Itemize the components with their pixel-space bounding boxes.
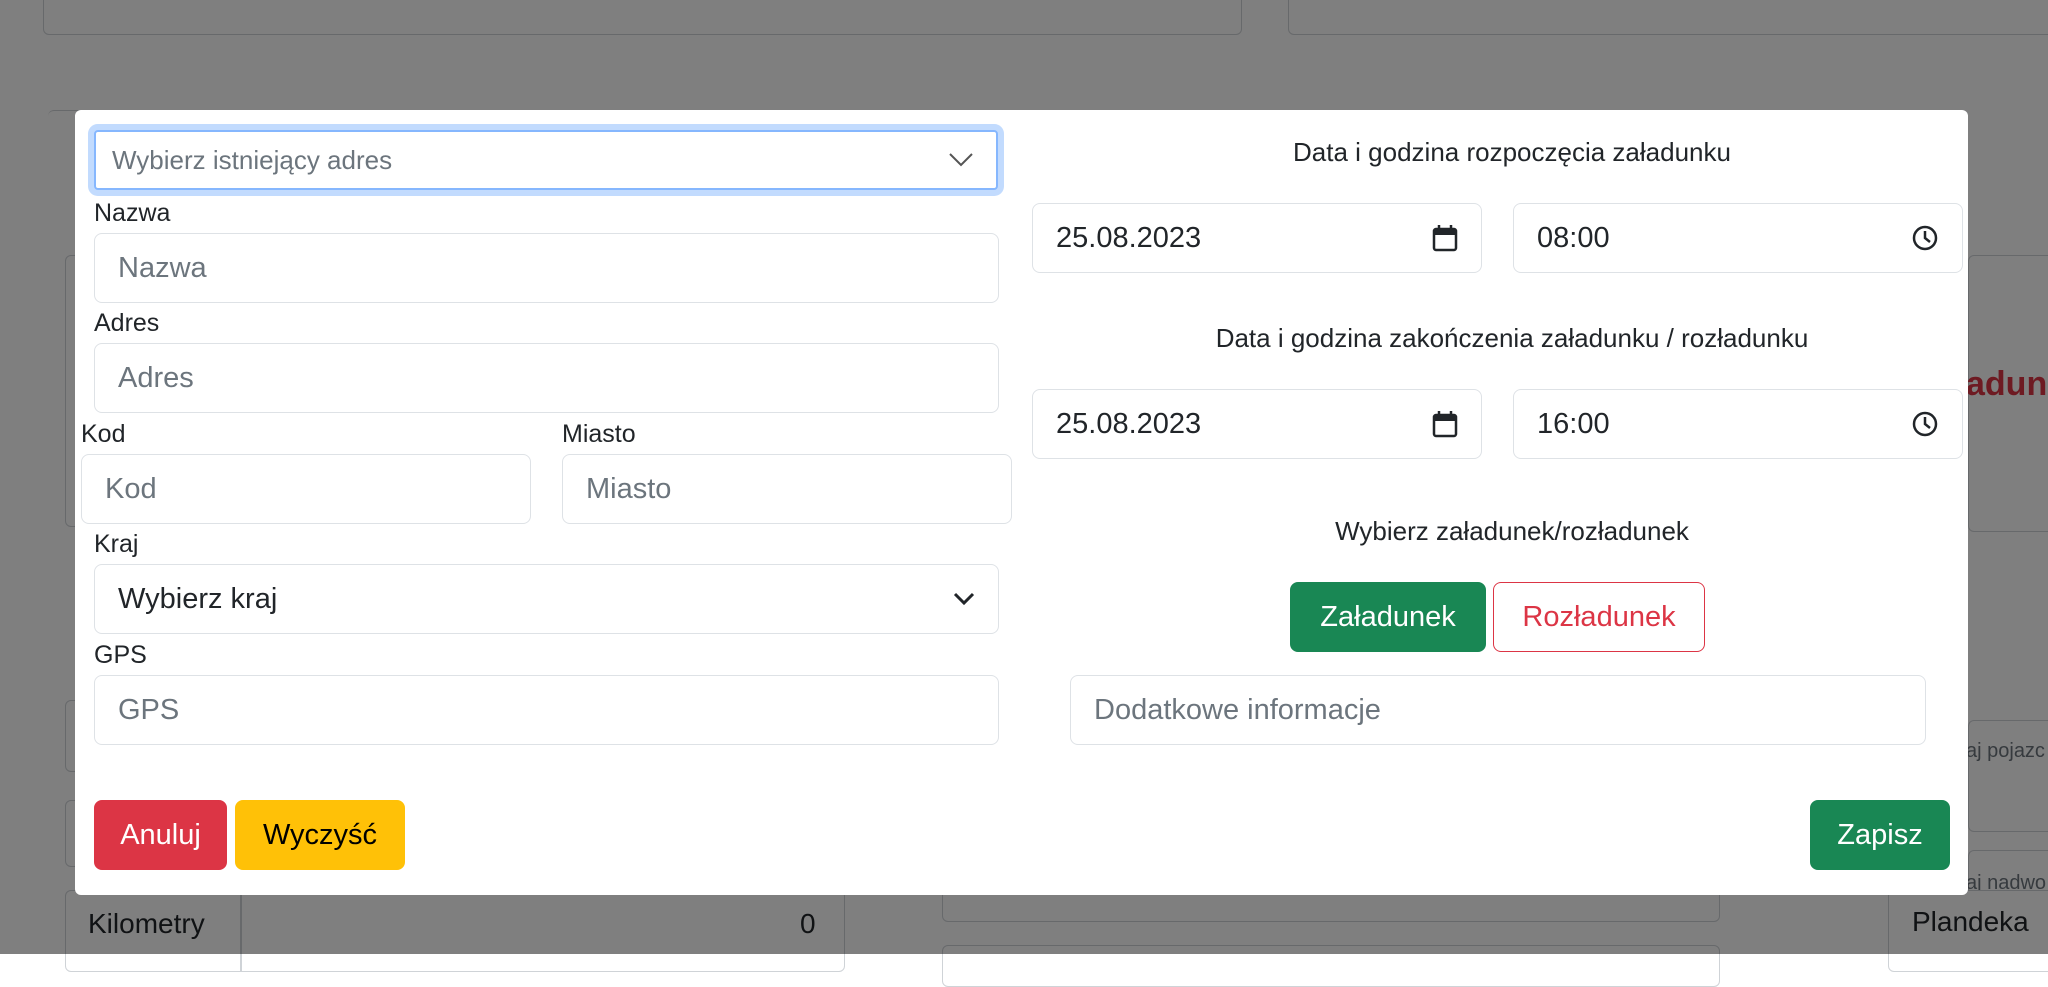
unloading-button[interactable]: Rozładunek — [1493, 582, 1705, 652]
start-date-value: 25.08.2023 — [1056, 221, 1202, 254]
additional-info-input[interactable] — [1070, 675, 1926, 745]
end-time-value: 16:00 — [1537, 407, 1610, 440]
address-input[interactable] — [94, 343, 999, 413]
start-date-input[interactable]: 25.08.2023 — [1032, 203, 1482, 273]
existing-address-select[interactable]: Wybierz istniejący adres — [94, 130, 998, 190]
type-heading: Wybierz załadunek/rozładunek — [1335, 516, 1689, 546]
postal-code-input[interactable] — [81, 454, 531, 524]
end-date-input[interactable]: 25.08.2023 — [1032, 389, 1482, 459]
cancel-button[interactable]: Anuluj — [94, 800, 227, 870]
city-label: Miasto — [562, 420, 636, 448]
calendar-icon[interactable] — [1432, 224, 1458, 252]
name-input[interactable] — [94, 233, 999, 303]
country-select-value: Wybierz kraj — [118, 582, 278, 615]
name-label: Nazwa — [94, 199, 171, 227]
gps-input[interactable] — [94, 675, 999, 745]
end-date-value: 25.08.2023 — [1056, 407, 1202, 440]
start-datetime-heading: Data i godzina rozpoczęcia załadunku — [1293, 137, 1731, 167]
clock-icon[interactable] — [1911, 410, 1939, 438]
clock-icon[interactable] — [1911, 224, 1939, 252]
city-input[interactable] — [562, 454, 1012, 524]
calendar-icon[interactable] — [1432, 410, 1458, 438]
address-label: Adres — [94, 309, 160, 337]
postal-code-label: Kod — [81, 420, 126, 448]
chevron-down-icon — [953, 592, 975, 606]
existing-address-placeholder: Wybierz istniejący adres — [112, 144, 393, 175]
start-time-value: 08:00 — [1537, 221, 1610, 254]
address-modal: Wybierz istniejący adres Nazwa Adres Kod… — [75, 110, 1968, 895]
loading-button[interactable]: Załadunek — [1290, 582, 1486, 652]
clear-button[interactable]: Wyczyść — [235, 800, 405, 870]
start-time-input[interactable]: 08:00 — [1513, 203, 1963, 273]
gps-label: GPS — [94, 641, 147, 669]
save-button[interactable]: Zapisz — [1810, 800, 1950, 870]
country-label: Kraj — [94, 530, 139, 558]
end-datetime-heading: Data i godzina zakończenia załadunku / r… — [1215, 323, 1809, 353]
country-select[interactable]: Wybierz kraj — [94, 564, 999, 634]
end-time-input[interactable]: 16:00 — [1513, 389, 1963, 459]
chevron-down-icon — [949, 153, 973, 167]
